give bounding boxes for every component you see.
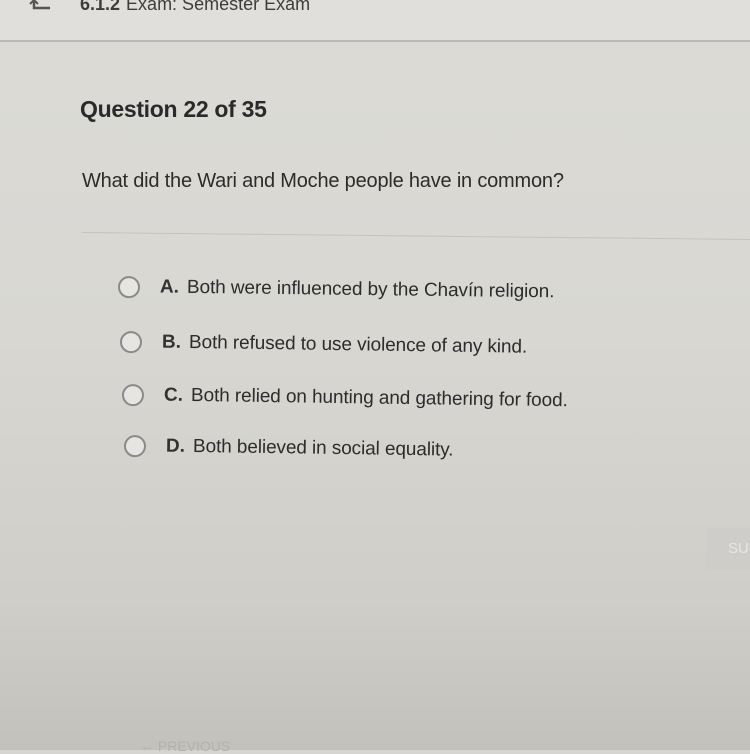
question-divider xyxy=(81,232,750,240)
submit-button[interactable]: SUBMIT xyxy=(706,528,750,570)
back-arrow-icon[interactable] xyxy=(28,0,52,14)
question-prompt: What did the Wari and Moche people have … xyxy=(82,170,564,192)
answer-letter: B. xyxy=(161,331,182,353)
radio-button-c[interactable] xyxy=(121,384,145,407)
radio-button-a[interactable] xyxy=(117,276,141,299)
answer-option-c[interactable]: C. Both relied on hunting and gathering … xyxy=(121,384,568,412)
exam-name: Exam: Semester Exam xyxy=(126,0,311,14)
answer-option-d[interactable]: D. Both believed in social equality. xyxy=(123,435,454,462)
exam-code: 6.1.2 xyxy=(80,0,121,14)
exam-title: 6.1.2 Exam: Semester Exam xyxy=(80,0,310,15)
answer-letter: A. xyxy=(159,276,180,298)
radio-button-d[interactable] xyxy=(123,435,147,458)
answer-text: Both refused to use violence of any kind… xyxy=(188,331,528,358)
exam-screen: 6.1.2 Exam: Semester Exam Question 22 of … xyxy=(0,0,750,754)
answer-option-a[interactable]: A. Both were influenced by the Chavín re… xyxy=(117,276,555,303)
answer-letter: C. xyxy=(163,384,184,406)
radio-button-b[interactable] xyxy=(119,331,143,354)
previous-button[interactable]: ← PREVIOUS xyxy=(140,738,230,754)
answer-option-b[interactable]: B. Both refused to use violence of any k… xyxy=(119,331,528,359)
answer-text: Both were influenced by the Chavín relig… xyxy=(186,276,555,303)
answer-letter: D. xyxy=(165,435,186,457)
question-counter: Question 22 of 35 xyxy=(80,96,267,122)
exam-header-bar: 6.1.2 Exam: Semester Exam xyxy=(0,0,750,42)
answer-text: Both relied on hunting and gathering for… xyxy=(190,384,568,412)
answer-text: Both believed in social equality. xyxy=(192,435,454,461)
